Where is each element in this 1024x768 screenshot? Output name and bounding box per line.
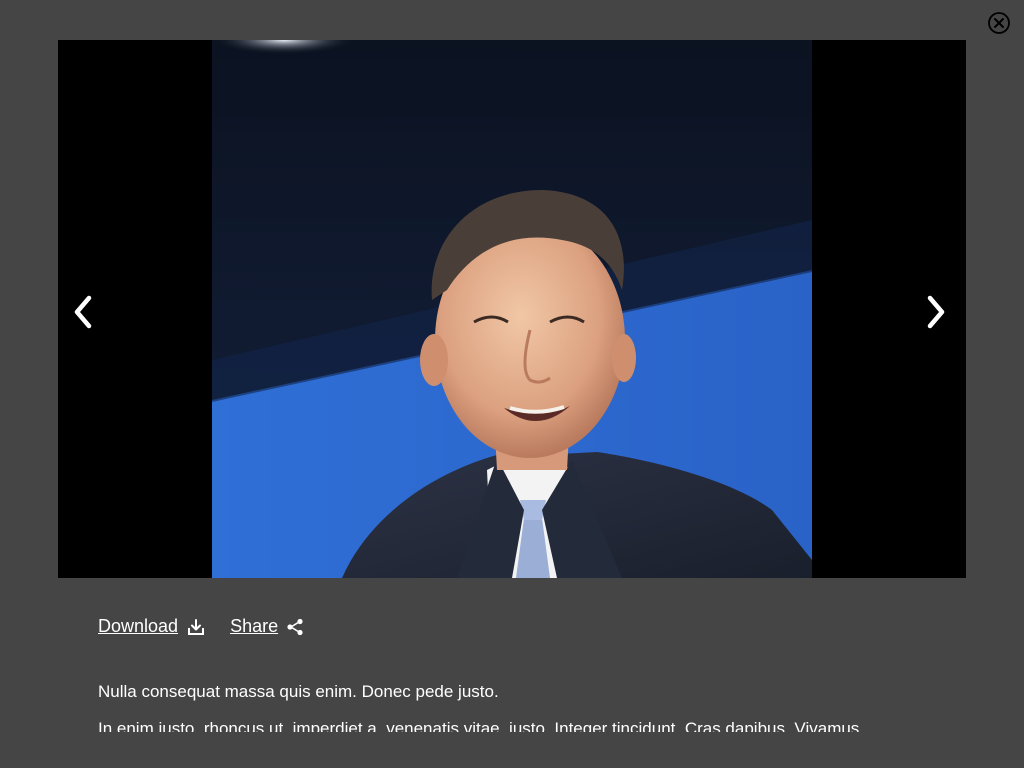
close-button[interactable] [987,11,1011,35]
share-label: Share [230,616,279,636]
caption-line-1: Nulla consequat massa quis enim. Donec p… [98,682,499,701]
next-image-button[interactable] [916,292,956,332]
photo-illustration [212,40,812,578]
share-button[interactable]: Share [230,616,304,637]
download-icon [188,618,205,635]
lightbox-stage [58,40,966,578]
previous-image-button[interactable] [63,292,103,332]
chevron-left-icon [74,295,92,329]
download-label: Download [98,616,179,636]
share-icon [287,618,303,635]
lightbox-photo [212,40,812,578]
close-circle-icon [988,12,1010,34]
caption-clip [0,732,1024,768]
image-actions: Download Share [98,616,304,637]
chevron-right-icon [927,295,945,329]
download-button[interactable]: Download [98,616,206,637]
